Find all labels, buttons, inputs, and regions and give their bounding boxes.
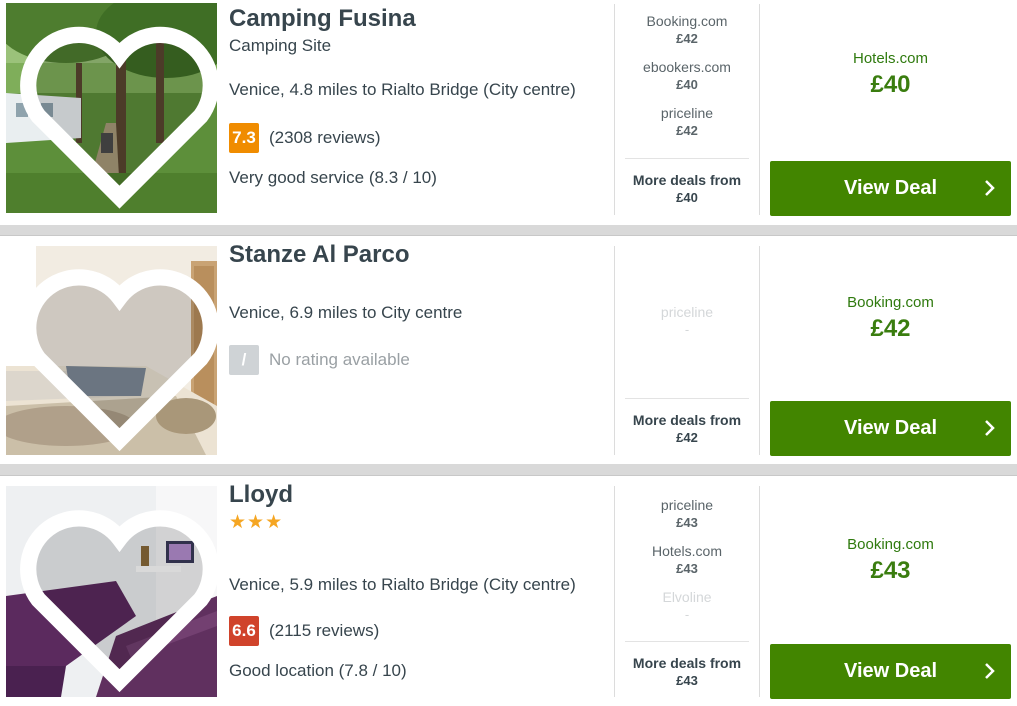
view-deal-label: View Deal bbox=[843, 417, 938, 439]
deal-site: priceline bbox=[660, 105, 714, 121]
star-rating: ★★★ bbox=[229, 512, 284, 533]
divider bbox=[614, 246, 615, 455]
hotel-info: Stanze Al Parco Venice, 6.9 miles to Cit… bbox=[229, 242, 609, 452]
review-count[interactable]: (2115 reviews) bbox=[269, 621, 379, 641]
heart-icon[interactable] bbox=[14, 494, 217, 697]
card-separator bbox=[0, 225, 1017, 236]
rating-badge: 6.6 bbox=[229, 616, 259, 646]
best-deal-site: Booking.com bbox=[847, 294, 934, 311]
more-deals-link[interactable]: More deals from £40 bbox=[625, 158, 749, 207]
view-deal-button[interactable]: View Deal bbox=[770, 161, 1011, 216]
hotel-name[interactable]: Stanze Al Parco bbox=[229, 242, 609, 268]
deal-site: priceline bbox=[660, 497, 714, 513]
view-deal-label: View Deal bbox=[843, 660, 938, 682]
hotel-card-stanze-al-parco[interactable]: Stanze Al Parco Venice, 6.9 miles to Cit… bbox=[0, 236, 1017, 464]
rating-badge: 7.3 bbox=[229, 123, 259, 153]
more-deals-label: More deals from bbox=[632, 412, 742, 428]
divider bbox=[614, 486, 615, 697]
divider bbox=[614, 4, 615, 215]
deal-site: ebookers.com bbox=[643, 59, 731, 75]
view-deal-button[interactable]: View Deal bbox=[770, 644, 1011, 699]
deal-item: priceline - bbox=[625, 303, 749, 339]
rating-description: Good location (7.8 / 10) bbox=[229, 661, 407, 680]
hotel-name[interactable]: Camping Fusina bbox=[229, 6, 609, 32]
chevron-right-icon bbox=[985, 663, 995, 679]
hotel-location: Venice, 5.9 miles to Rialto Bridge (City… bbox=[229, 575, 576, 594]
rating-row: / No rating available bbox=[229, 345, 410, 375]
deal-item[interactable]: ebookers.com £40 bbox=[625, 58, 749, 94]
other-deals-list: Booking.com £42 ebookers.com £40 priceli… bbox=[625, 12, 749, 150]
divider bbox=[759, 4, 760, 215]
best-deal[interactable]: Booking.com £43 bbox=[770, 536, 1011, 585]
deal-item: Elvoline - bbox=[625, 588, 749, 624]
view-deal-label: View Deal bbox=[843, 177, 938, 199]
hotel-type: Camping Site bbox=[229, 36, 332, 55]
review-count[interactable]: (2308 reviews) bbox=[269, 128, 381, 148]
card-separator bbox=[0, 464, 1017, 476]
hotel-location: Venice, 4.8 miles to Rialto Bridge (City… bbox=[229, 80, 576, 99]
best-deal-price: £43 bbox=[870, 557, 911, 584]
deal-price: £42 bbox=[676, 31, 698, 46]
best-deal-site: Booking.com bbox=[847, 536, 934, 553]
deal-site: Hotels.com bbox=[651, 543, 723, 559]
deal-price: - bbox=[684, 322, 690, 337]
rating-badge: / bbox=[229, 345, 259, 375]
hotel-card-lloyd[interactable]: Lloyd ★★★ Venice, 5.9 miles to Rialto Br… bbox=[0, 476, 1017, 706]
best-deal-price: £40 bbox=[870, 71, 911, 98]
more-deals-price: £40 bbox=[676, 190, 698, 205]
heart-icon[interactable] bbox=[14, 11, 217, 213]
deal-price: £43 bbox=[676, 515, 698, 530]
divider bbox=[759, 246, 760, 455]
more-deals-price: £42 bbox=[676, 430, 698, 445]
hotel-photo[interactable] bbox=[6, 3, 217, 213]
best-deal[interactable]: Booking.com £42 bbox=[770, 294, 1011, 343]
more-deals-link[interactable]: More deals from £42 bbox=[625, 398, 749, 447]
best-deal[interactable]: Hotels.com £40 bbox=[770, 50, 1011, 99]
rating-row: 7.3 (2308 reviews) bbox=[229, 123, 381, 153]
deal-item[interactable]: priceline £43 bbox=[625, 496, 749, 532]
deal-site: Elvoline bbox=[662, 589, 712, 605]
deal-site: Booking.com bbox=[646, 13, 728, 29]
best-deal-price: £42 bbox=[870, 315, 911, 342]
more-deals-link[interactable]: More deals from £43 bbox=[625, 641, 749, 690]
hotel-photo[interactable] bbox=[6, 486, 217, 697]
chevron-right-icon bbox=[985, 420, 995, 436]
more-deals-label: More deals from bbox=[632, 655, 742, 671]
more-deals-label: More deals from bbox=[632, 172, 742, 188]
deal-price: - bbox=[684, 607, 690, 622]
hotel-location: Venice, 6.9 miles to City centre bbox=[229, 303, 463, 322]
best-deal-site: Hotels.com bbox=[852, 50, 929, 67]
hotel-info: Lloyd ★★★ Venice, 5.9 miles to Rialto Br… bbox=[229, 482, 609, 692]
rating-row: 6.6 (2115 reviews) bbox=[229, 616, 379, 646]
hotel-name[interactable]: Lloyd bbox=[229, 482, 609, 508]
deal-item[interactable]: Booking.com £42 bbox=[625, 12, 749, 48]
deal-item[interactable]: Hotels.com £43 bbox=[625, 542, 749, 578]
deal-price: £40 bbox=[676, 77, 698, 92]
heart-icon[interactable] bbox=[14, 254, 217, 455]
other-deals-list: priceline - bbox=[625, 303, 749, 349]
hotel-results-list: Camping Fusina Camping Site Venice, 4.8 … bbox=[0, 0, 1017, 706]
hotel-info: Camping Fusina Camping Site Venice, 4.8 … bbox=[229, 6, 609, 216]
view-deal-button[interactable]: View Deal bbox=[770, 401, 1011, 456]
deal-site: priceline bbox=[660, 304, 714, 320]
other-deals-list: priceline £43 Hotels.com £43 Elvoline - bbox=[625, 496, 749, 634]
divider bbox=[759, 486, 760, 697]
deal-item[interactable]: priceline £42 bbox=[625, 104, 749, 140]
deal-price: £42 bbox=[676, 123, 698, 138]
review-count: No rating available bbox=[269, 350, 410, 369]
rating-description: Very good service (8.3 / 10) bbox=[229, 168, 437, 187]
chevron-right-icon bbox=[985, 180, 995, 196]
hotel-card-camping-fusina[interactable]: Camping Fusina Camping Site Venice, 4.8 … bbox=[0, 0, 1017, 225]
more-deals-price: £43 bbox=[676, 673, 698, 688]
hotel-photo[interactable] bbox=[6, 246, 217, 455]
deal-price: £43 bbox=[676, 561, 698, 576]
